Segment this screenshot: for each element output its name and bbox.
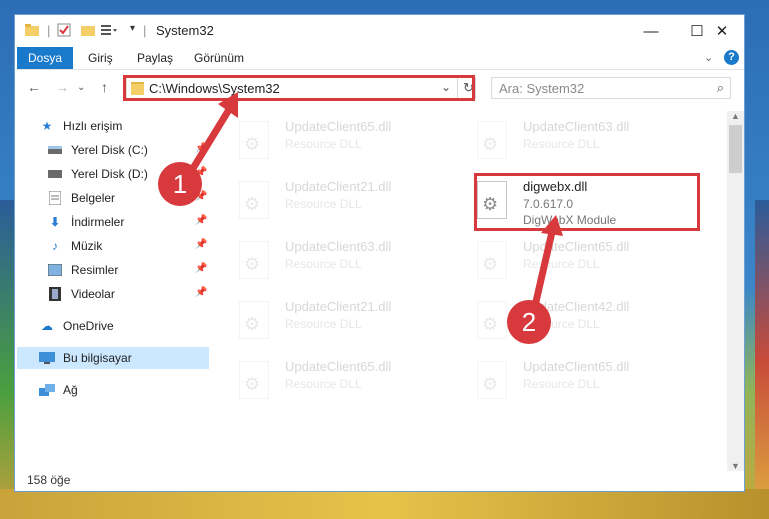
step-marker-2: 2 bbox=[507, 300, 551, 344]
callout-arrows bbox=[188, 92, 563, 310]
step-marker-1: 1 bbox=[158, 162, 202, 206]
